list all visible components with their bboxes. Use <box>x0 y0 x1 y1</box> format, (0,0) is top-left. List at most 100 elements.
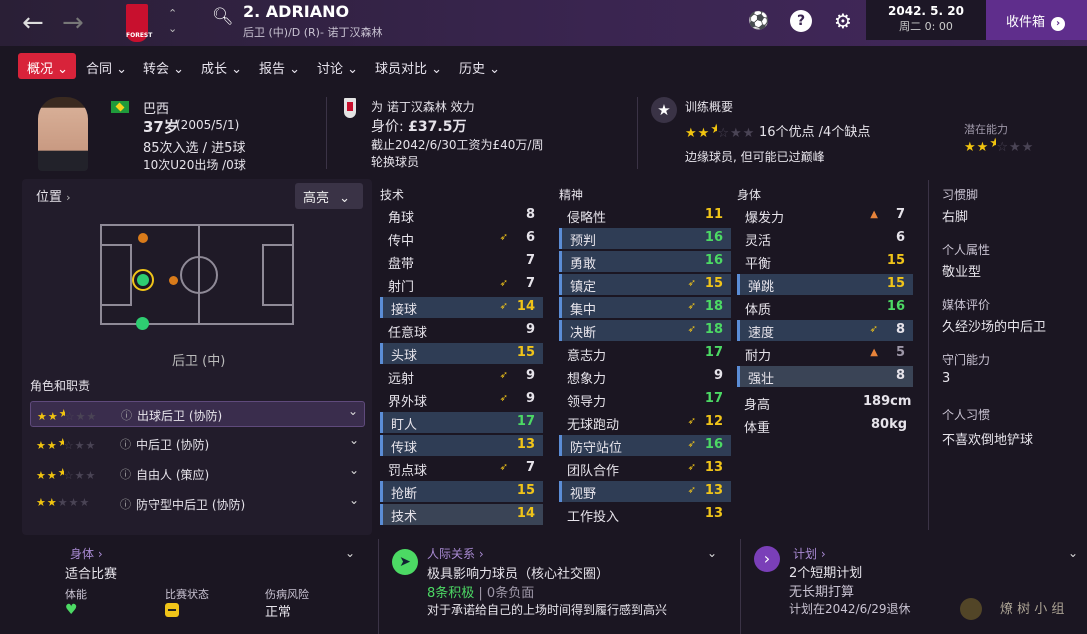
player-position-club[interactable]: 后卫 (中)/D (R)- 诺丁汉森林 <box>243 24 382 40</box>
back-arrow-icon[interactable]: ← <box>22 8 44 38</box>
info-icon[interactable]: ⓘ <box>120 496 131 512</box>
physical-attribute-row[interactable]: 体质 16 <box>737 297 913 318</box>
trend-arrow-icon: ➶ <box>499 393 508 404</box>
search-icon[interactable]: 🔍︎ <box>212 7 234 27</box>
mental-attribute-row[interactable]: 视野 13 ➶ <box>559 481 731 502</box>
mental-attribute-row[interactable]: 团队合作 13 ➶ <box>559 458 731 479</box>
chevron-right-icon: › <box>66 191 71 204</box>
mental-attribute-row[interactable]: 预判 16 <box>559 228 731 249</box>
physical-attribute-row[interactable]: 灵活 6 <box>737 228 913 249</box>
football-icon[interactable]: ⚽ <box>748 10 770 32</box>
attribute-value: 18 <box>704 322 723 337</box>
info-icon[interactable]: ⓘ <box>121 407 132 423</box>
physical-attribute-row[interactable]: 速度 8 ➶ <box>737 320 913 341</box>
short-term-plans: 2个短期计划 <box>789 566 863 581</box>
info-icon[interactable]: ⓘ <box>120 466 131 482</box>
technical-attribute-row[interactable]: 界外球 9 ➶ <box>380 389 543 410</box>
training-title[interactable]: 训练概要 <box>685 98 733 115</box>
mental-attribute-row[interactable]: 防守站位 16 ➶ <box>559 435 731 456</box>
physical-attribute-row[interactable]: 平衡 15 <box>737 251 913 272</box>
height-label: 身高 <box>744 398 771 413</box>
attribute-name: 传中 <box>388 234 415 249</box>
chevron-down-icon[interactable]: ⌄ <box>348 404 358 418</box>
position-label[interactable]: 位置 › <box>36 186 71 205</box>
attribute-name: 任意球 <box>388 326 428 341</box>
mental-attribute-row[interactable]: 勇敢 16 <box>559 251 731 272</box>
mental-attribute-row[interactable]: 集中 18 ➶ <box>559 297 731 318</box>
chevron-down-icon[interactable]: ⌄ <box>349 433 359 447</box>
tab-transfer[interactable]: 转会 ⌄ <box>143 53 184 79</box>
technical-attribute-row[interactable]: 接球 14 ➶ <box>380 297 543 318</box>
player-habit[interactable]: 不喜欢倒地铲球 <box>942 429 1033 448</box>
mental-attribute-row[interactable]: 镇定 15 ➶ <box>559 274 731 295</box>
attribute-value: 16 <box>886 299 905 314</box>
mental-attribute-row[interactable]: 决断 18 ➶ <box>559 320 731 341</box>
plans-title[interactable]: 计划 › <box>793 545 826 562</box>
attribute-value: 7 <box>895 207 905 222</box>
preferred-foot: 右脚 <box>942 210 969 225</box>
technical-attribute-row[interactable]: 角球 8 <box>380 205 543 226</box>
role-row[interactable]: ★★★☆★★ ⓘ 中后卫 (协防) ⌄ <box>30 431 365 457</box>
technical-attribute-row[interactable]: 任意球 9 <box>380 320 543 341</box>
club-plays-for[interactable]: 为 诺丁汉森林 效力 <box>371 98 475 115</box>
chevron-down-icon[interactable]: ⌄ <box>349 493 359 507</box>
gear-icon[interactable]: ⚙ <box>832 10 854 32</box>
physical-attribute-row[interactable]: 强壮 8 <box>737 366 913 387</box>
mental-attribute-row[interactable]: 工作投入 13 <box>559 504 731 525</box>
technical-attribute-row[interactable]: 头球 15 <box>380 343 543 364</box>
info-icon[interactable]: ⓘ <box>120 436 131 452</box>
mental-attribute-row[interactable]: 侵略性 11 <box>559 205 731 226</box>
role-row[interactable]: ★★★☆★★ ⓘ 自由人 (策应) ⌄ <box>30 461 365 487</box>
technical-attribute-row[interactable]: 抢断 15 <box>380 481 543 502</box>
top-bar: ← → FOREST ⌃ ⌄ 🔍︎ 2. ADRIANO 后卫 (中)/D (R)… <box>0 0 1087 46</box>
role-row[interactable]: ★★★★★ ⓘ 防守型中后卫 (协防) ⌄ <box>30 491 365 517</box>
tab-history[interactable]: 历史 ⌄ <box>459 53 500 79</box>
tab-compare[interactable]: 球员对比 ⌄ <box>375 53 442 79</box>
technical-attribute-row[interactable]: 射门 7 ➶ <box>380 274 543 295</box>
technical-attribute-row[interactable]: 技术 14 <box>380 504 543 525</box>
player-cycle-chevrons-icon[interactable]: ⌃ ⌄ <box>168 6 177 36</box>
forward-arrow-icon[interactable]: → <box>62 8 84 38</box>
mental-attribute-row[interactable]: 领导力 17 <box>559 389 731 410</box>
technical-attribute-row[interactable]: 盘带 7 <box>380 251 543 272</box>
chevron-down-icon[interactable]: ⌄ <box>1068 546 1078 560</box>
inbox-button[interactable]: 收件箱 › <box>986 0 1087 40</box>
attribute-name: 领导力 <box>567 395 607 410</box>
tab-contract[interactable]: 合同 ⌄ <box>86 53 127 79</box>
technical-attribute-row[interactable]: 远射 9 ➶ <box>380 366 543 387</box>
chevron-down-icon[interactable]: ⌄ <box>349 463 359 477</box>
club-crest-logo[interactable]: FOREST <box>126 4 152 42</box>
technical-attribute-row[interactable]: 罚点球 7 ➶ <box>380 458 543 479</box>
highlight-dropdown[interactable]: 高亮 ⌄ <box>295 183 363 209</box>
chevron-down-icon[interactable]: ⌄ <box>345 546 355 560</box>
attribute-value: 17 <box>516 414 535 429</box>
chevron-down-icon: ⌄ <box>339 191 351 206</box>
technical-attribute-row[interactable]: 传球 13 <box>380 435 543 456</box>
tab-discuss[interactable]: 讨论 ⌄ <box>317 53 358 79</box>
attribute-value: 8 <box>525 207 535 222</box>
media-description: 久经沙场的中后卫 <box>942 320 1047 335</box>
physical-attribute-row[interactable]: 弹跳 15 <box>737 274 913 295</box>
technical-attribute-row[interactable]: 传中 6 ➶ <box>380 228 543 249</box>
attribute-value: 18 <box>704 299 723 314</box>
date-display[interactable]: 2042. 5. 20 周二 0: 00 <box>866 0 986 40</box>
help-icon[interactable]: ? <box>790 10 812 32</box>
relationship-arrow-icon: ➤ <box>392 549 418 575</box>
mental-attribute-row[interactable]: 想象力 9 <box>559 366 731 387</box>
attribute-value: 15 <box>704 276 723 291</box>
role-row[interactable]: ★★★☆★★ ⓘ 出球后卫 (协防) ⌄ <box>30 401 365 427</box>
nation-label[interactable]: 巴西 <box>143 98 169 117</box>
tab-development[interactable]: 成长 ⌄ <box>201 53 242 79</box>
relationships-title[interactable]: 人际关系 › <box>427 545 484 562</box>
physical-attribute-row[interactable]: 耐力 5 ▲ <box>737 343 913 364</box>
physical-attribute-row[interactable]: 爆发力 7 ▲ <box>737 205 913 226</box>
mental-attribute-row[interactable]: 意志力 17 <box>559 343 731 364</box>
technical-attribute-row[interactable]: 盯人 17 <box>380 412 543 433</box>
mental-attribute-row[interactable]: 无球跑动 12 ➶ <box>559 412 731 433</box>
chevron-down-icon[interactable]: ⌄ <box>707 546 717 560</box>
brazil-flag-icon <box>111 101 129 113</box>
body-title[interactable]: 身体 › <box>70 545 103 562</box>
tab-reports[interactable]: 报告 ⌄ <box>259 53 300 79</box>
injury-value: 正常 <box>265 605 292 620</box>
tab-overview[interactable]: 概况 ⌄ <box>18 53 76 79</box>
